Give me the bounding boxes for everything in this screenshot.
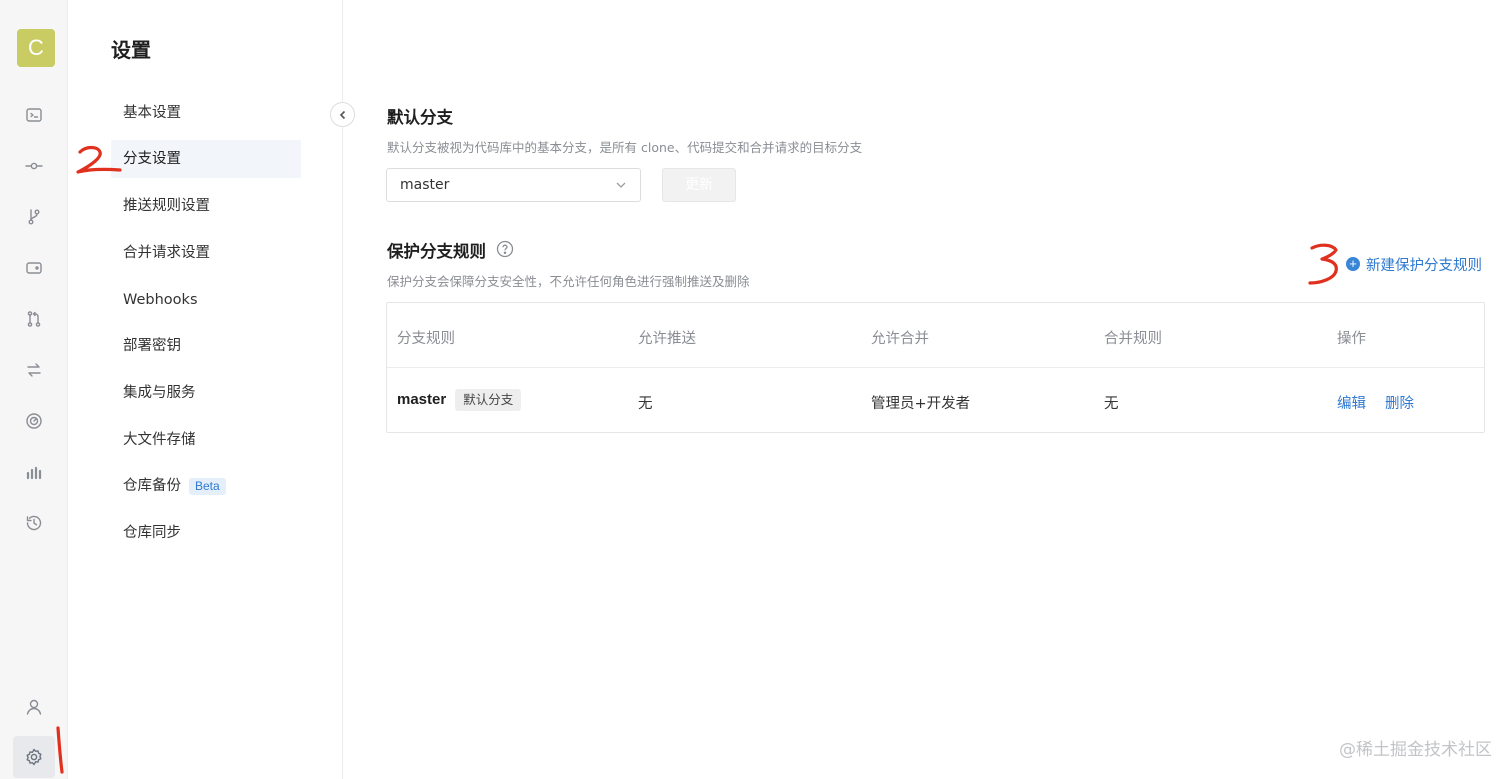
allow-push-value: 无 <box>638 396 653 412</box>
nav-item-deploy-keys[interactable]: 部署密钥 <box>111 327 301 365</box>
annotation-2 <box>70 142 124 182</box>
update-button[interactable]: 更新 <box>662 168 736 202</box>
gear-icon[interactable] <box>13 736 55 778</box>
chevron-left-icon <box>339 110 345 119</box>
nav-item-label: 仓库同步 <box>123 525 181 541</box>
help-icon[interactable] <box>496 240 514 258</box>
code-icon[interactable] <box>20 101 48 129</box>
new-protected-rule-button[interactable]: + 新建保护分支规则 <box>1346 254 1482 274</box>
nav-item-push-rules[interactable]: 推送规则设置 <box>111 187 301 225</box>
column-header: 允许推送 <box>638 331 696 347</box>
chevron-down-icon <box>616 181 626 189</box>
column-header: 分支规则 <box>397 331 455 347</box>
nav-item-label: 大文件存储 <box>123 432 196 448</box>
nav-item-label: 集成与服务 <box>123 385 196 401</box>
protected-rules-title: 保护分支规则 <box>387 242 486 261</box>
icon-rail: C <box>0 0 68 779</box>
nav-item-label: 合并请求设置 <box>123 245 210 261</box>
branch-name: master <box>397 391 447 408</box>
column-header: 合并规则 <box>1104 331 1162 347</box>
nav-item-webhooks[interactable]: Webhooks <box>111 281 301 319</box>
settings-nav: 设置 基本设置 分支设置 推送规则设置 合并请求设置 Webhooks 部署密钥… <box>69 0 343 779</box>
page-title: 设置 <box>111 38 151 62</box>
nav-item-label: 仓库备份 <box>123 478 181 494</box>
nav-item-sync[interactable]: 仓库同步 <box>111 514 301 552</box>
avatar[interactable]: C <box>17 29 55 67</box>
nav-item-label: 推送规则设置 <box>123 198 210 214</box>
nav-item-backup[interactable]: 仓库备份 Beta <box>111 467 301 505</box>
default-branch-select[interactable]: master <box>386 168 641 202</box>
branch-icon[interactable] <box>20 203 48 231</box>
plus-circle-icon: + <box>1346 257 1360 271</box>
nav-item-label: 分支设置 <box>123 151 181 167</box>
commit-icon[interactable] <box>20 152 48 180</box>
nav-item-basic[interactable]: 基本设置 <box>111 94 301 132</box>
tag-icon[interactable] <box>20 254 48 282</box>
default-branch-title: 默认分支 <box>387 108 453 127</box>
pipeline-icon[interactable] <box>20 407 48 435</box>
nav-item-branch[interactable]: 分支设置 <box>111 140 301 178</box>
nav-item-lfs[interactable]: 大文件存储 <box>111 421 301 459</box>
collapse-nav-button[interactable] <box>330 102 355 127</box>
annotation-3 <box>1304 240 1342 294</box>
watermark: @稀土掘金技术社区 <box>1339 740 1492 760</box>
nav-item-label: 基本设置 <box>123 105 181 121</box>
merge-rule-value: 无 <box>1104 396 1119 412</box>
default-branch-description: 默认分支被视为代码库中的基本分支，是所有 clone、代码提交和合并请求的目标分… <box>387 140 863 155</box>
protected-rules-description: 保护分支会保障分支安全性，不允许任何角色进行强制推送及删除 <box>387 274 750 289</box>
history-icon[interactable] <box>20 509 48 537</box>
protected-rules-table: 分支规则 允许推送 允许合并 合并规则 操作 master 默认分支 无 管理员+… <box>386 302 1485 433</box>
beta-badge: Beta <box>189 477 226 495</box>
stats-icon[interactable] <box>20 458 48 486</box>
annotation-1 <box>50 724 70 779</box>
delete-link[interactable]: 删除 <box>1385 392 1414 413</box>
default-branch-tag: 默认分支 <box>455 389 522 411</box>
user-icon[interactable] <box>20 693 48 721</box>
nav-item-label: 部署密钥 <box>123 338 181 354</box>
allow-merge-value: 管理员+开发者 <box>871 396 971 412</box>
merge-request-icon[interactable] <box>20 305 48 333</box>
sync-icon[interactable] <box>20 356 48 384</box>
column-header: 操作 <box>1337 331 1366 347</box>
table-row-branch: master 默认分支 <box>397 389 522 411</box>
default-branch-value: master <box>400 177 450 193</box>
nav-item-merge-request[interactable]: 合并请求设置 <box>111 234 301 272</box>
new-rule-label: 新建保护分支规则 <box>1366 257 1482 274</box>
edit-link[interactable]: 编辑 <box>1337 392 1366 413</box>
nav-item-label: Webhooks <box>123 292 198 308</box>
table-header <box>387 303 1484 368</box>
column-header: 允许合并 <box>871 331 929 347</box>
nav-item-integrations[interactable]: 集成与服务 <box>111 374 301 412</box>
